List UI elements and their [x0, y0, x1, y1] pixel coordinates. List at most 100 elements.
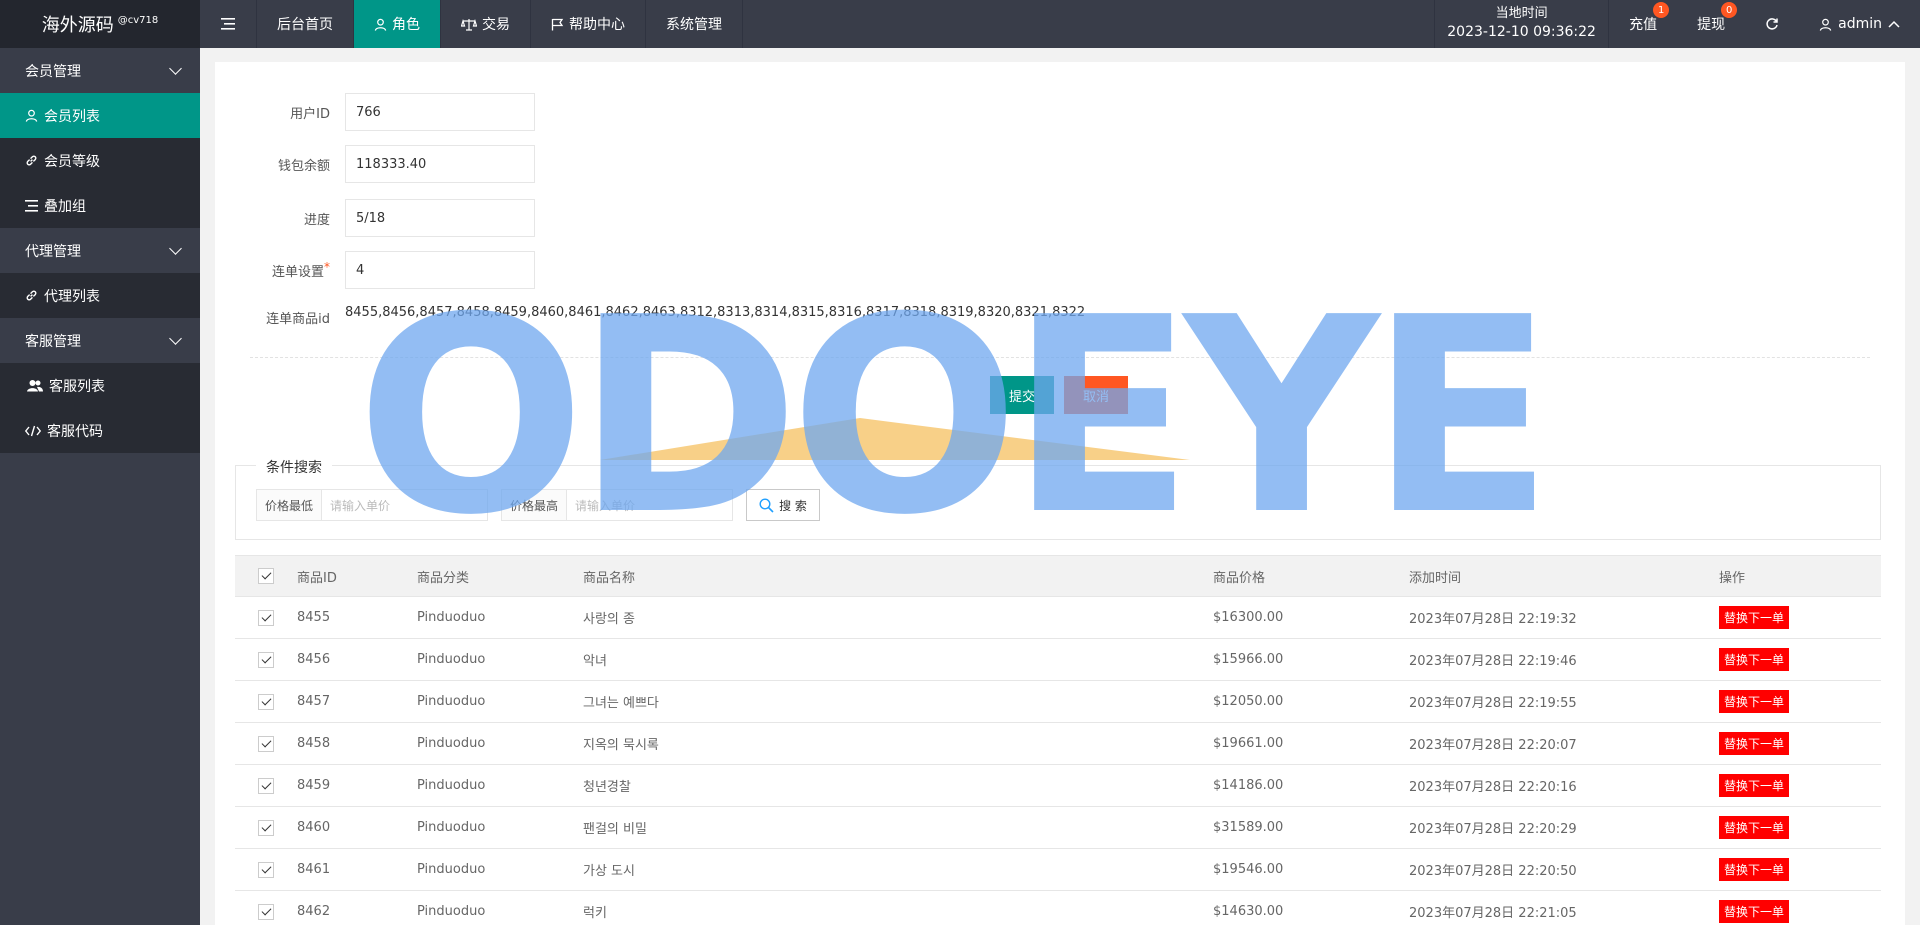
combo-field[interactable]: 4 — [345, 251, 535, 289]
nav-trade-label: 交易 — [482, 17, 510, 33]
refresh-icon — [1766, 18, 1778, 30]
nav-system[interactable]: 系统管理 — [646, 0, 743, 48]
cell-time: 2023年07月28日 22:20:07 — [1409, 738, 1577, 753]
combo-ids-row: 连单商品id 8455,8456,8457,8458,8459,8460,846… — [215, 305, 1085, 327]
sidebar-item-member-list[interactable]: 会员列表 — [0, 93, 200, 138]
replace-next-button[interactable]: 替换下一单 — [1719, 858, 1790, 881]
cell-id: 8456 — [297, 652, 331, 667]
code-icon — [25, 425, 41, 436]
sidebar-item-service-code[interactable]: 客服代码 — [0, 408, 200, 453]
user-id-row: 用户ID 766 — [215, 93, 535, 131]
cell-name: 사랑의 종 — [583, 612, 635, 627]
cell-id: 8457 — [297, 694, 331, 709]
nav-trade[interactable]: 交易 — [441, 0, 531, 48]
row-checkbox[interactable] — [258, 861, 274, 878]
replace-next-button[interactable]: 替换下一单 — [1719, 690, 1790, 713]
cell-price: $12050.00 — [1213, 694, 1284, 709]
sidebar-group-service[interactable]: 客服管理 — [0, 318, 200, 363]
nav-home[interactable]: 后台首页 — [257, 0, 354, 48]
progress-label: 进度 — [303, 212, 330, 228]
price-min-input[interactable]: 请输入单价 — [322, 490, 487, 520]
header-category: 商品分类 — [417, 570, 470, 586]
price-max-input[interactable]: 请输入单价 — [567, 490, 732, 520]
sidebar-group-agent[interactable]: 代理管理 — [0, 228, 200, 273]
sidebar-item-agent-list[interactable]: 代理列表 — [0, 273, 200, 318]
table-row: 8455 Pinduoduo 사랑의 종 $16300.00 2023年07月28日 2… — [235, 597, 1881, 639]
table-body: 8455 Pinduoduo 사랑의 종 $16300.00 2023年07月28日 2… — [235, 597, 1881, 925]
cancel-button[interactable]: 取消 — [1064, 376, 1128, 414]
replace-next-button[interactable]: 替换下一单 — [1719, 648, 1790, 671]
progress-field[interactable]: 5/18 — [345, 199, 535, 237]
logo: 海外源码 @cv718 — [0, 0, 200, 48]
chevron-down-icon — [169, 331, 182, 345]
refresh-button[interactable] — [1745, 0, 1799, 48]
main-panel: 用户ID 766 钱包余额 118333.40 进度 5/18 连单设置* 4 … — [215, 62, 1905, 925]
row-checkbox[interactable] — [258, 903, 274, 920]
combo-label: 连单设置 — [271, 264, 324, 280]
cell-name: 럭키 — [583, 906, 607, 921]
header-time: 添加时间 — [1409, 570, 1462, 586]
nav-help[interactable]: 帮助中心 — [531, 0, 646, 48]
row-checkbox[interactable] — [258, 651, 274, 668]
cell-time: 2023年07月28日 22:19:32 — [1409, 612, 1577, 627]
cell-action: 替换下一单 — [1719, 690, 1869, 713]
required-mark: * — [324, 259, 330, 274]
cell-price: $31589.00 — [1213, 820, 1284, 835]
search-legend: 条件搜索 — [256, 457, 332, 477]
divider — [250, 357, 1870, 358]
user-menu[interactable]: admin — [1799, 0, 1920, 48]
combo-row: 连单设置* 4 — [215, 251, 535, 289]
row-checkbox[interactable] — [258, 735, 274, 752]
replace-next-button[interactable]: 替换下一单 — [1719, 900, 1790, 923]
cell-time: 2023年07月28日 22:20:29 — [1409, 822, 1577, 837]
recharge-badge: 1 — [1653, 2, 1670, 18]
cell-price: $19661.00 — [1213, 736, 1284, 751]
row-checkbox[interactable] — [258, 693, 274, 710]
select-all-checkbox[interactable] — [258, 568, 274, 584]
price-min-group: 价格最低 请输入单价 — [256, 489, 489, 521]
menu-toggle-button[interactable] — [200, 0, 257, 48]
withdraw-button[interactable]: 提现 0 — [1677, 0, 1745, 48]
withdraw-badge: 0 — [1721, 2, 1738, 18]
replace-next-button[interactable]: 替换下一单 — [1719, 816, 1790, 839]
search-button[interactable]: 搜 索 — [746, 489, 820, 521]
recharge-button[interactable]: 充值 1 — [1609, 0, 1677, 48]
row-checkbox[interactable] — [258, 609, 274, 626]
combo-label-wrap: 连单设置* — [215, 259, 345, 280]
submit-button[interactable]: 提交 — [990, 376, 1054, 414]
sidebar-item-member-level[interactable]: 会员等级 — [0, 138, 200, 183]
row-checkbox[interactable] — [258, 819, 274, 836]
sidebar-group-agent-label: 代理管理 — [25, 243, 81, 260]
user-id-field[interactable]: 766 — [345, 93, 535, 131]
table-row: 8456 Pinduoduo 악녀 $15966.00 2023年07月28日 22:1… — [235, 639, 1881, 681]
replace-next-button[interactable]: 替换下一单 — [1719, 732, 1790, 755]
sidebar-item-stack-group[interactable]: 叠加组 — [0, 183, 200, 228]
user-icon — [374, 18, 387, 31]
row-checkbox-cell — [235, 777, 297, 794]
header-action: 操作 — [1719, 570, 1746, 586]
replace-next-button[interactable]: 替换下一单 — [1719, 774, 1790, 797]
sidebar-item-service-list[interactable]: 客服列表 — [0, 363, 200, 408]
cell-price: $19546.00 — [1213, 862, 1284, 877]
cell-action: 替换下一单 — [1719, 732, 1869, 755]
nav-role[interactable]: 角色 — [354, 0, 441, 48]
row-checkbox-cell — [235, 609, 297, 626]
row-checkbox[interactable] — [258, 777, 274, 794]
hamburger-icon — [221, 18, 235, 30]
cell-category: Pinduoduo — [417, 862, 486, 877]
chevron-up-icon — [1888, 20, 1900, 28]
cell-id: 8461 — [297, 862, 331, 877]
price-max-group: 价格最高 请输入单价 — [501, 489, 734, 521]
chevron-down-icon — [169, 241, 182, 255]
cell-name: 악녀 — [583, 654, 607, 669]
table-row: 8461 Pinduoduo 가상 도시 $19546.00 2023年07月28日 2… — [235, 849, 1881, 891]
cell-time: 2023年07月28日 22:20:16 — [1409, 780, 1577, 795]
link-icon — [26, 290, 37, 301]
sidebar-group-member[interactable]: 会员管理 — [0, 48, 200, 93]
cell-category: Pinduoduo — [417, 820, 486, 835]
sidebar-item-label: 会员列表 — [44, 108, 100, 125]
balance-field[interactable]: 118333.40 — [345, 145, 535, 183]
clock: 当地时间 2023-12-10 09:36:22 — [1434, 0, 1610, 48]
replace-next-button[interactable]: 替换下一单 — [1719, 606, 1790, 629]
cell-action: 替换下一单 — [1719, 858, 1869, 881]
